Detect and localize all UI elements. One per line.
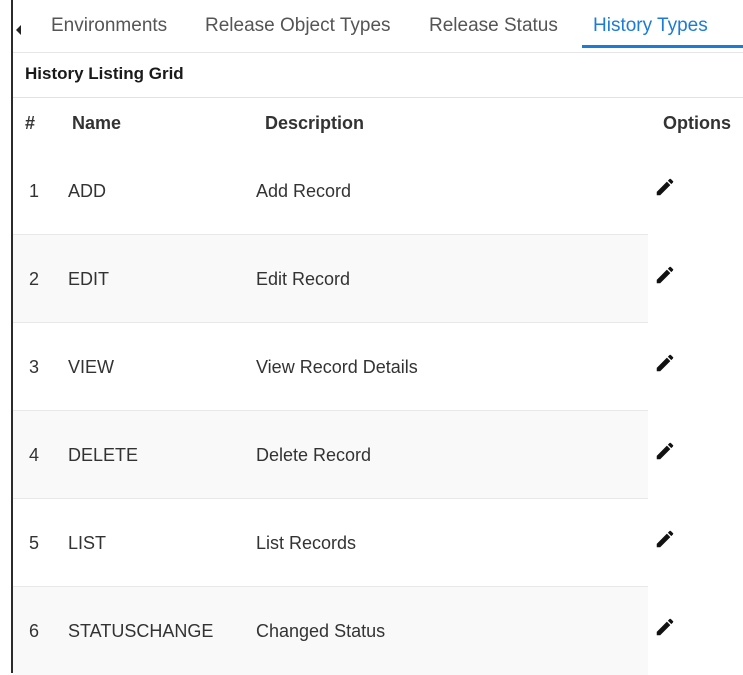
pencil-icon [656, 266, 674, 284]
row-name: EDIT [68, 269, 110, 289]
divider [13, 97, 743, 98]
active-tab-indicator [582, 45, 743, 48]
tab-environments[interactable]: Environments [51, 15, 167, 37]
row-name: LIST [68, 533, 107, 553]
row-name: VIEW [68, 357, 115, 377]
column-header-description: Description [265, 113, 365, 133]
column-header-name: Name [72, 113, 122, 133]
row-number: 3 [29, 357, 40, 377]
table-row: 3 VIEW View Record Details [13, 323, 743, 411]
edit-row-button[interactable] [654, 440, 676, 462]
edit-row-button[interactable] [654, 264, 676, 286]
row-name: DELETE [68, 445, 139, 465]
row-description: View Record Details [256, 357, 418, 377]
edit-row-button[interactable] [654, 176, 676, 198]
history-types-panel: Environments Release Object Types Releas… [0, 0, 743, 675]
column-header-options: Options [663, 113, 731, 133]
edit-row-button[interactable] [654, 352, 676, 374]
row-description: Edit Record [256, 269, 351, 289]
edit-row-button[interactable] [654, 528, 676, 550]
pencil-icon [656, 442, 674, 460]
row-number: 6 [29, 621, 40, 641]
row-number: 1 [29, 181, 40, 201]
row-name: STATUSCHANGE [68, 621, 214, 641]
tab-release-status[interactable]: Release Status [429, 15, 558, 37]
table-row: 2 EDIT Edit Record [13, 235, 743, 323]
edit-row-button[interactable] [654, 616, 676, 638]
column-header-number: # [25, 113, 36, 133]
table-row: 5 LIST List Records [13, 499, 743, 587]
table-row: 1 ADD Add Record [13, 147, 743, 235]
row-number: 2 [29, 269, 40, 289]
pencil-icon [656, 354, 674, 372]
row-number: 4 [29, 445, 40, 465]
grid-title: History Listing Grid [25, 64, 184, 83]
row-description: Delete Record [256, 445, 372, 465]
row-description: Changed Status [256, 621, 386, 641]
pencil-icon [656, 530, 674, 548]
pencil-icon [656, 178, 674, 196]
table-row: 4 DELETE Delete Record [13, 411, 743, 499]
tab-history-types[interactable]: History Types [593, 15, 708, 37]
tab-scroll-left-icon[interactable] [13, 18, 27, 38]
row-description: List Records [256, 533, 357, 553]
row-number: 5 [29, 533, 40, 553]
table-row: 6 STATUSCHANGE Changed Status [13, 587, 743, 675]
pencil-icon [656, 618, 674, 636]
row-name: ADD [68, 181, 107, 201]
row-description: Add Record [256, 181, 352, 201]
tab-release-object-types[interactable]: Release Object Types [205, 15, 391, 37]
